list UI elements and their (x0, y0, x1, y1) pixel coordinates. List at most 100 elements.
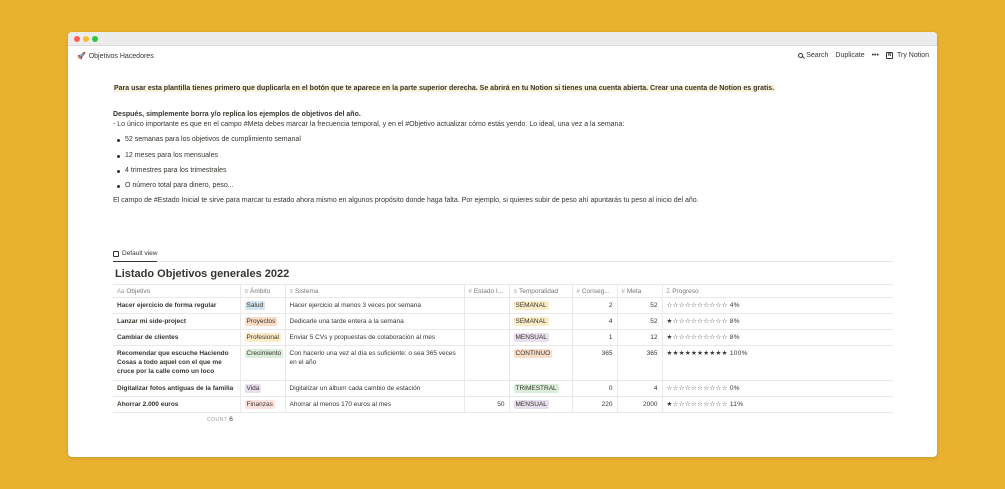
database-title[interactable]: Listado Objetivos generales 2022 (115, 268, 893, 280)
temporalidad-tag: TRIMESTRAL (513, 383, 559, 393)
column-label: Conseg... (581, 287, 610, 295)
column-label: Sistema (295, 287, 319, 295)
close-window-button[interactable] (74, 36, 80, 42)
objectives-table: Aa Objetivo ≡ Ámbito ≡ Sistema # Estado I... ≡ Te… (113, 284, 893, 413)
estado-inicial-cell[interactable] (463, 297, 509, 315)
ambito-tag: Crecimiento (244, 349, 284, 359)
duplicate-button[interactable]: Duplicate (835, 52, 864, 59)
progress-stars: ★★★★★★★★★★ 100% (666, 350, 748, 358)
estado-inicial-cell[interactable]: 50 (463, 396, 509, 413)
ambito-cell[interactable]: Finanzas (239, 396, 285, 413)
objetivo-cell[interactable]: Hacer ejercicio de forma regular (113, 297, 240, 315)
sistema-cell[interactable]: Digitalizar un álbum cada cambio de esta… (284, 380, 464, 397)
column-header[interactable]: # Meta (616, 284, 662, 298)
column-header[interactable]: Aa Objetivo (113, 284, 240, 298)
conseguido-cell[interactable]: 220 (571, 396, 617, 413)
temporalidad-cell[interactable]: CONTINUO (508, 345, 572, 381)
default-view-tab[interactable]: Default view (113, 250, 158, 262)
conseguido-cell[interactable]: 365 (571, 345, 617, 381)
column-header[interactable]: ≡ Sistema (284, 284, 464, 298)
conseguido-cell[interactable]: 4 (571, 313, 617, 331)
table-body: Hacer ejercicio de forma regular Salud Hac… (113, 297, 893, 413)
progreso-cell[interactable]: ★☆☆☆☆☆☆☆☆☆ 8% (661, 313, 893, 331)
ambito-tag: Proyectos (244, 317, 278, 327)
sistema-cell[interactable]: Con hacerlo una vez al día es suficiente… (284, 345, 464, 381)
ambito-cell[interactable]: Crecimiento (239, 345, 285, 381)
table-row[interactable]: Digitalizar fotos antiguas de la familia… (113, 380, 893, 397)
ambito-tag: Profesional (244, 333, 282, 343)
objetivo-cell[interactable]: Lanzar mi side-project (113, 313, 240, 331)
column-label: Estado I... (473, 287, 504, 295)
temporalidad-tag: SEMANAL (513, 301, 549, 311)
search-button[interactable]: Search (798, 52, 828, 59)
estado-inicial-cell[interactable] (463, 313, 509, 331)
rocket-icon: 🚀 (77, 53, 86, 60)
temporalidad-tag: CONTINUO (513, 349, 553, 359)
section-line: - Lo único importante es que en el campo… (113, 121, 625, 129)
temporalidad-cell[interactable]: TRIMESTRAL (508, 380, 572, 397)
table-row[interactable]: Ahorrar 2.000 euros Finanzas Ahorrar al me… (113, 396, 893, 413)
meta-cell[interactable]: 52 (616, 313, 662, 331)
column-label: Temporalidad (519, 287, 559, 295)
objetivo-cell[interactable]: Cambiar de clientes (113, 329, 240, 347)
temporalidad-tag: MENSUAL (513, 333, 549, 343)
row-count: COUNT 6 (207, 416, 893, 423)
ambito-cell[interactable]: Proyectos (239, 313, 285, 331)
table-row[interactable]: Hacer ejercicio de forma regular Salud Hac… (113, 297, 893, 315)
ambito-cell[interactable]: Profesional (239, 329, 285, 347)
column-header[interactable]: ≡ Temporalidad (508, 284, 572, 298)
estado-inicial-cell[interactable] (463, 380, 509, 397)
meta-cell[interactable]: 52 (616, 297, 662, 315)
ambito-cell[interactable]: Vida (239, 380, 285, 397)
sistema-cell[interactable]: Dedicarle una tarde entera a la semana (284, 313, 464, 331)
progreso-cell[interactable]: ★☆☆☆☆☆☆☆☆☆ 8% (661, 329, 893, 347)
estado-inicial-cell[interactable] (463, 345, 509, 381)
sistema-cell[interactable]: Ahorrar al menos 170 euros al mes (284, 396, 464, 413)
meta-cell[interactable]: 365 (616, 345, 662, 381)
table-row[interactable]: Cambiar de clientes Profesional Enviar 5 C… (113, 329, 893, 347)
conseguido-cell[interactable]: 0 (571, 380, 617, 397)
conseguido-cell[interactable]: 1 (571, 329, 617, 347)
sistema-cell[interactable]: Hacer ejercicio al menos 3 veces por sem… (284, 297, 464, 315)
objetivo-cell[interactable]: Recomendar que escuche Haciendo Cosas a … (113, 345, 240, 381)
column-header[interactable]: # Conseg... (571, 284, 617, 298)
conseguido-cell[interactable]: 2 (571, 297, 617, 315)
ambito-cell[interactable]: Salud (239, 297, 285, 315)
more-options-button[interactable]: ••• (872, 52, 879, 59)
column-header[interactable]: ≡ Ámbito (239, 284, 285, 298)
column-label: Progreso (672, 287, 699, 295)
minimize-window-button[interactable] (83, 36, 89, 42)
temporalidad-cell[interactable]: MENSUAL (508, 396, 572, 413)
estado-inicial-cell[interactable] (463, 329, 509, 347)
temporalidad-cell[interactable]: MENSUAL (508, 329, 572, 347)
bullet-item: 12 meses para los mensuales (113, 151, 893, 161)
progreso-cell[interactable]: ☆☆☆☆☆☆☆☆☆☆ 0% (661, 380, 893, 397)
column-header[interactable]: Σ Progreso (661, 284, 893, 298)
ambito-tag: Salud (244, 301, 266, 311)
bullet-item: 4 trimestres para los trimestrales (113, 166, 893, 176)
notion-logo-icon: N (885, 52, 893, 59)
column-header[interactable]: # Estado I... (463, 284, 509, 298)
meta-cell[interactable]: 12 (616, 329, 662, 347)
breadcrumb[interactable]: 🚀 Objetivos Hacedores (77, 52, 154, 61)
meta-cell[interactable]: 2000 (616, 396, 662, 413)
temporalidad-tag: MENSUAL (513, 399, 549, 409)
temporalidad-cell[interactable]: SEMANAL (508, 313, 572, 331)
try-notion-button[interactable]: N Try Notion (885, 52, 929, 59)
objetivo-cell[interactable]: Ahorrar 2.000 euros (113, 396, 240, 413)
progreso-cell[interactable]: ★☆☆☆☆☆☆☆☆☆ 11% (661, 396, 893, 413)
column-type-icon: # (468, 288, 472, 295)
objetivo-cell[interactable]: Digitalizar fotos antiguas de la familia (113, 380, 240, 397)
temporalidad-cell[interactable]: SEMANAL (508, 297, 572, 315)
progreso-cell[interactable]: ★★★★★★★★★★ 100% (661, 345, 893, 381)
column-type-icon: Aa (117, 288, 125, 295)
progreso-cell[interactable]: ☆☆☆☆☆☆☆☆☆☆ 4% (661, 297, 893, 315)
table-row[interactable]: Recomendar que escuche Haciendo Cosas a … (113, 345, 893, 381)
column-type-icon: ≡ (289, 288, 294, 295)
column-label: Objetivo (126, 287, 151, 295)
meta-cell[interactable]: 4 (616, 380, 662, 397)
maximize-window-button[interactable] (92, 36, 98, 42)
sistema-cell[interactable]: Enviar 5 CVs y propuestas de colaboració… (284, 329, 464, 347)
table-row[interactable]: Lanzar mi side-project Proyectos Dedicarle… (113, 313, 893, 331)
objectives-database: Default view Listado Objetivos generales… (113, 250, 893, 423)
